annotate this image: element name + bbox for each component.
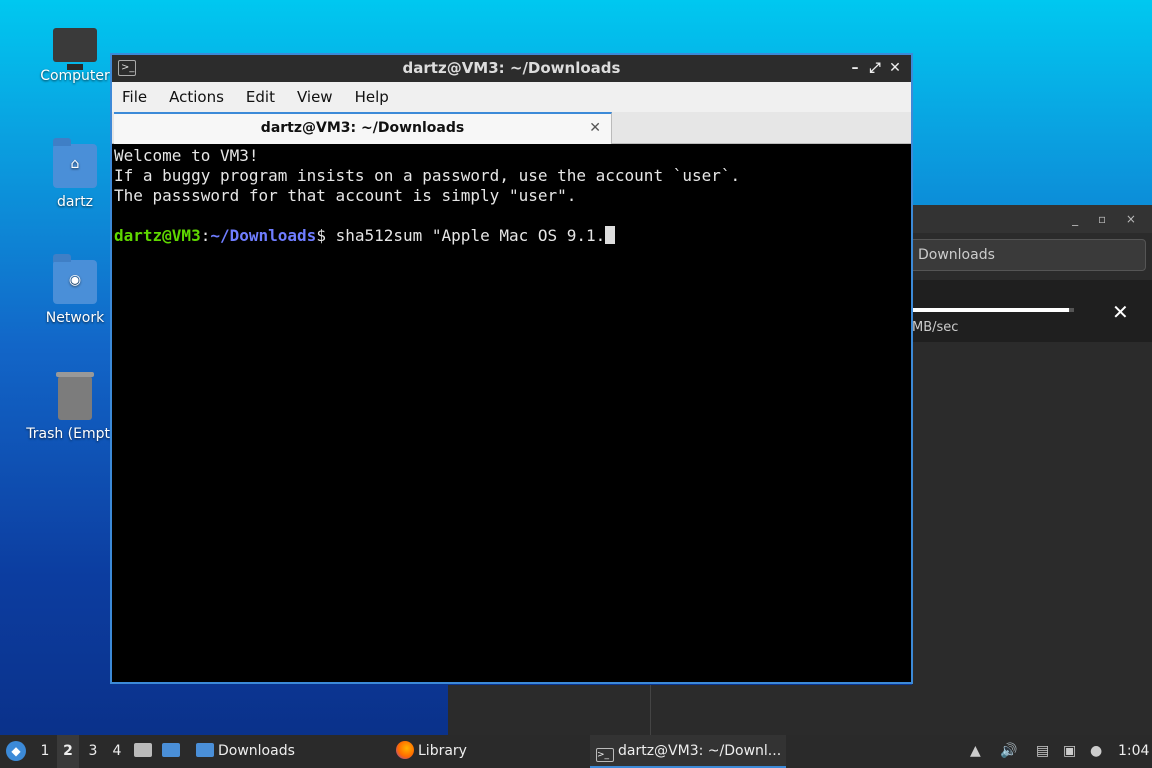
task-label: Downloads (218, 743, 295, 759)
prompt-symbol: $ (316, 226, 336, 245)
prompt-user: dartz@VM3 (114, 226, 201, 245)
show-desktop-launcher[interactable] (162, 735, 184, 768)
prompt-line: dartz@VM3:~/Downloads$ sha512sum "Apple … (114, 226, 909, 246)
tab-label: dartz@VM3: ~/Downloads (260, 120, 465, 136)
background-file-manager-window[interactable]: _ ▫ × Downloads MB/sec ✕ (912, 205, 1152, 735)
firefox-icon (396, 741, 414, 759)
minimize-icon[interactable]: – (845, 55, 865, 82)
workspace-4[interactable]: 4 (106, 735, 128, 768)
download-progress-bar (912, 308, 1074, 312)
desktop-icon (162, 743, 180, 757)
window-controls[interactable]: _ ▫ × (912, 205, 1152, 233)
divider (650, 685, 651, 735)
window-title: dartz@VM3: ~/Downloads (402, 59, 621, 77)
maximize-icon[interactable]: ⤢ (865, 55, 885, 82)
prompt-sep: : (200, 226, 211, 245)
text-cursor (605, 226, 616, 244)
terminal-app-icon[interactable]: >_ (118, 60, 136, 76)
tab-terminal[interactable]: dartz@VM3: ~/Downloads ✕ (114, 112, 612, 144)
notification-icon[interactable]: ● (1090, 735, 1102, 768)
workspace-3[interactable]: 3 (82, 735, 104, 768)
task-terminal[interactable]: >_ dartz@VM3: ~/Downl... (590, 735, 786, 768)
clock[interactable]: 1:04 (1118, 735, 1149, 768)
folder-icon (196, 743, 214, 757)
network-folder-icon: ◉ (53, 254, 97, 304)
menu-edit[interactable]: Edit (246, 88, 275, 106)
computer-icon (53, 28, 97, 70)
window-titlebar[interactable]: >_ dartz@VM3: ~/Downloads – ⤢ ✕ (112, 55, 911, 82)
storage-tray-icon[interactable]: ▲ (970, 735, 981, 768)
cancel-download-icon[interactable]: ✕ (1112, 300, 1129, 324)
clipboard-icon[interactable]: ▤ (1036, 735, 1049, 768)
task-label: Library (418, 743, 467, 759)
menubar: File Actions Edit View Help (112, 82, 911, 112)
close-tab-icon[interactable]: ✕ (589, 114, 601, 142)
file-manager-launcher[interactable] (134, 735, 156, 768)
task-library[interactable]: Library (390, 735, 580, 768)
terminal-output[interactable]: Welcome to VM3! If a buggy program insist… (112, 144, 911, 248)
file-manager-icon (134, 743, 152, 757)
trash-icon (56, 372, 94, 420)
address-bar[interactable]: Downloads (912, 239, 1146, 271)
transfer-rate: MB/sec (912, 320, 959, 335)
workspace-1[interactable]: 1 (34, 735, 56, 768)
download-item: MB/sec ✕ (912, 280, 1152, 342)
home-folder-icon: ⌂ (53, 138, 97, 188)
tab-bar: dartz@VM3: ~/Downloads ✕ (112, 112, 911, 144)
command-input[interactable]: sha512sum "Apple Mac OS 9.1. (336, 226, 606, 245)
download-progress-fill (912, 308, 1070, 312)
menu-file[interactable]: File (122, 88, 147, 106)
network-icon[interactable]: ▣ (1063, 735, 1076, 768)
menu-view[interactable]: View (297, 88, 333, 106)
menu-help[interactable]: Help (355, 88, 389, 106)
taskbar: ◆ 1 2 3 4 Downloads Library >_ dartz@VM3:… (0, 735, 1152, 768)
terminal-line: The passsword for that account is simply… (114, 186, 577, 205)
background-window-lower (448, 685, 1152, 735)
workspace-2[interactable]: 2 (57, 735, 79, 768)
terminal-icon: >_ (596, 748, 614, 762)
terminal-line: Welcome to VM3! (114, 146, 259, 165)
task-label: dartz@VM3: ~/Downl... (618, 743, 782, 759)
start-menu-button[interactable]: ◆ (6, 735, 26, 768)
terminal-window[interactable]: >_ dartz@VM3: ~/Downloads – ⤢ ✕ File Actio… (110, 53, 913, 684)
prompt-path: ~/Downloads (210, 226, 317, 245)
volume-icon[interactable]: 🔊 (1000, 735, 1017, 768)
terminal-line: If a buggy program insists on a password… (114, 166, 741, 185)
task-downloads[interactable]: Downloads (190, 735, 380, 768)
close-icon[interactable]: ✕ (885, 55, 905, 82)
start-menu-icon: ◆ (6, 741, 26, 761)
menu-actions[interactable]: Actions (169, 88, 224, 106)
